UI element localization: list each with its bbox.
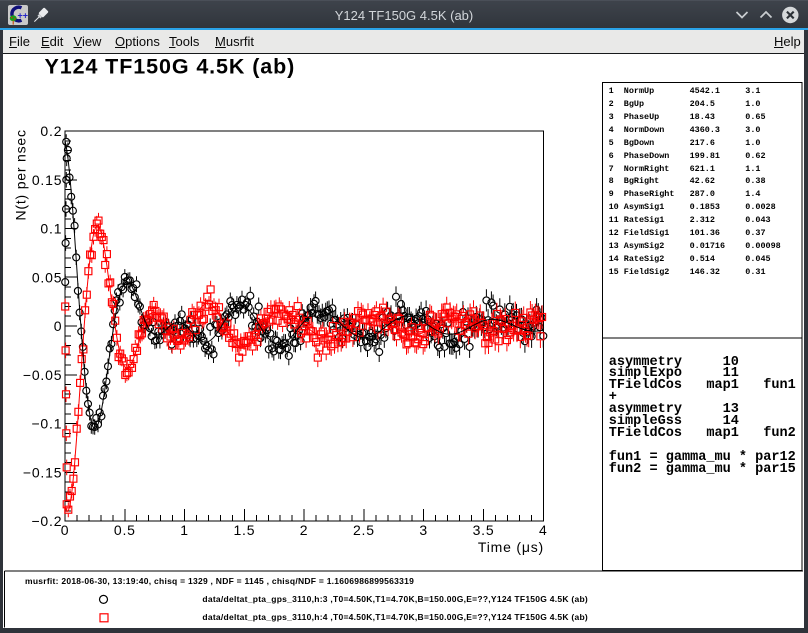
svg-text:4: 4 [539,522,548,538]
svg-text:−0.2: −0.2 [31,513,62,529]
svg-text:N(t) per nsec: N(t) per nsec [13,129,29,220]
svg-text:1.5: 1.5 [233,522,255,538]
svg-text:0.2: 0.2 [40,123,62,139]
svg-text:0.15: 0.15 [32,172,62,188]
svg-text:Y124 TF150G 4.5K (ab): Y124 TF150G 4.5K (ab) [45,54,296,78]
svg-text:−0.15: −0.15 [23,464,62,480]
svg-text:−0.05: −0.05 [23,367,62,383]
svg-text:Time (μs): Time (μs) [478,539,544,555]
svg-text:2: 2 [300,522,309,538]
svg-text:3.5: 3.5 [473,522,495,538]
svg-text:−0.1: −0.1 [31,416,62,432]
svg-text:3: 3 [419,522,428,538]
svg-text:0.1: 0.1 [40,221,62,237]
svg-text:0.05: 0.05 [32,269,62,285]
svg-text:0: 0 [54,318,63,334]
svg-text:2.5: 2.5 [353,522,375,538]
svg-text:1: 1 [180,522,189,538]
svg-text:0.5: 0.5 [114,522,136,538]
